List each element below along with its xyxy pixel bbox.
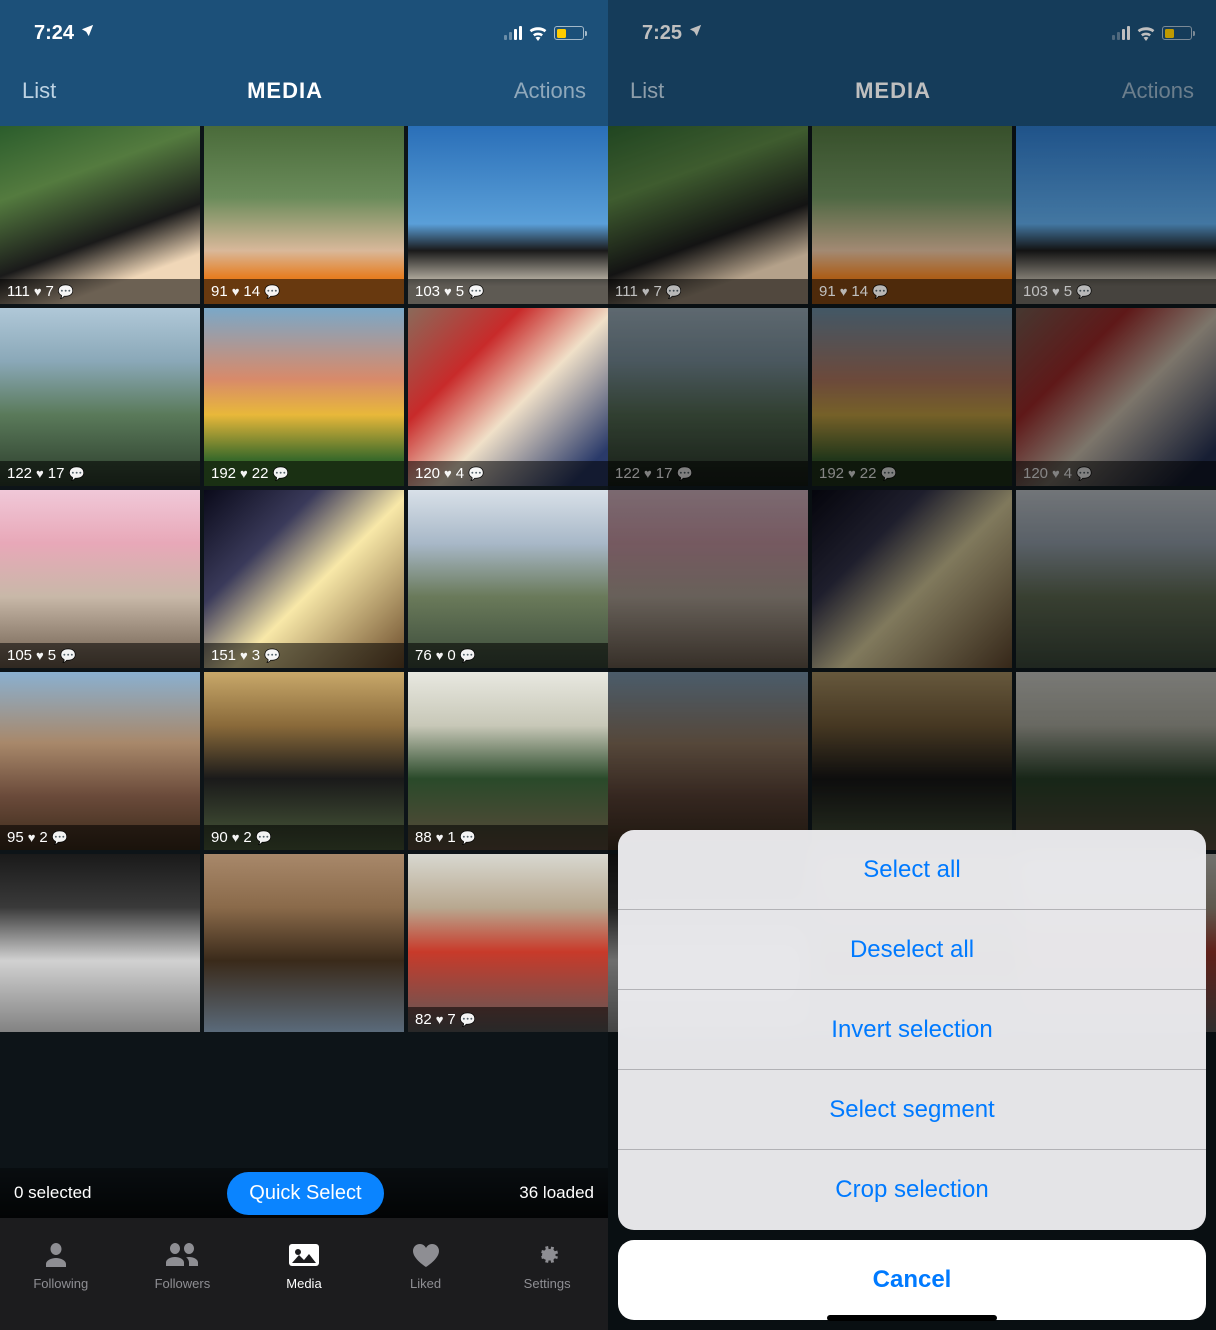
tab-label: Media [286, 1276, 321, 1291]
comment-icon: 💬 [264, 648, 280, 664]
followers-icon [162, 1238, 202, 1272]
tile-stats: 91♥14💬 [204, 279, 404, 304]
media-tile[interactable]: 76♥0💬 [408, 490, 608, 668]
media-tile[interactable]: 120♥4💬 [408, 308, 608, 486]
tile-stats: 90♥2💬 [204, 825, 404, 850]
loaded-count: 36 loaded [519, 1183, 594, 1203]
tab-liked[interactable]: Liked [365, 1228, 487, 1300]
status-bar: 7:24 [0, 0, 608, 56]
home-indicator[interactable] [827, 1315, 997, 1321]
media-tile[interactable]: 105♥5💬 [0, 490, 200, 668]
comment-icon: 💬 [468, 466, 484, 482]
comment-icon: 💬 [460, 1012, 476, 1028]
media-grid[interactable]: 111♥7💬 91♥14💬 103♥5💬 122♥17💬 192♥22💬 120… [0, 126, 608, 1330]
media-tile[interactable]: 111♥7💬 [0, 126, 200, 304]
comment-icon: 💬 [460, 830, 476, 846]
nav-actions-button[interactable]: Actions [514, 78, 586, 104]
media-tile[interactable]: 122♥17💬 [0, 308, 200, 486]
media-tile[interactable]: 82♥7💬 [408, 854, 608, 1032]
heart-icon: ♥ [240, 466, 248, 481]
heart-icon: ♥ [444, 466, 452, 481]
gear-icon [530, 1238, 564, 1272]
heart-icon: ♥ [436, 830, 444, 845]
comment-icon: 💬 [468, 284, 484, 300]
action-sheet: Select all Deselect all Invert selection… [608, 0, 1216, 1330]
tile-stats: 103♥5💬 [408, 279, 608, 304]
comment-icon: 💬 [68, 466, 84, 482]
comment-icon: 💬 [460, 648, 476, 664]
heart-icon: ♥ [436, 1012, 444, 1027]
tab-label: Following [33, 1276, 88, 1291]
media-tile[interactable]: 103♥5💬 [408, 126, 608, 304]
media-tile[interactable]: 91♥14💬 [204, 126, 404, 304]
following-icon [44, 1238, 78, 1272]
heart-icon: ♥ [232, 830, 240, 845]
nav-title: MEDIA [247, 78, 323, 104]
media-tile[interactable] [0, 854, 200, 1032]
nav-bar: List MEDIA Actions [0, 56, 608, 126]
heart-icon: ♥ [232, 284, 240, 299]
heart-icon: ♥ [36, 648, 44, 663]
comment-icon: 💬 [58, 284, 74, 300]
comment-icon: 💬 [52, 830, 68, 846]
tile-stats: 76♥0💬 [408, 643, 608, 668]
tile-stats: 120♥4💬 [408, 461, 608, 486]
heart-icon: ♥ [240, 648, 248, 663]
tile-stats: 192♥22💬 [204, 461, 404, 486]
action-cancel-button[interactable]: Cancel [618, 1240, 1206, 1320]
tile-stats: 111♥7💬 [0, 279, 200, 304]
tile-stats: 82♥7💬 [408, 1007, 608, 1032]
tab-following[interactable]: Following [0, 1228, 122, 1300]
tab-media[interactable]: Media [243, 1228, 365, 1300]
status-time: 7:24 [34, 22, 74, 45]
comment-icon: 💬 [272, 466, 288, 482]
cellular-signal-icon [504, 26, 522, 40]
heart-icon: ♥ [28, 830, 36, 845]
media-tile[interactable]: 90♥2💬 [204, 672, 404, 850]
heart-icon: ♥ [436, 648, 444, 663]
heart-icon: ♥ [36, 466, 44, 481]
tab-label: Settings [524, 1276, 571, 1291]
tab-label: Liked [410, 1276, 441, 1291]
heart-icon: ♥ [444, 284, 452, 299]
comment-icon: 💬 [60, 648, 76, 664]
comment-icon: 💬 [264, 284, 280, 300]
selected-count: 0 selected [14, 1183, 92, 1203]
tab-label: Followers [155, 1276, 211, 1291]
heart-icon [409, 1238, 443, 1272]
action-select-segment[interactable]: Select segment [618, 1070, 1206, 1150]
media-tile[interactable]: 192♥22💬 [204, 308, 404, 486]
screenshot-left: 7:24 List MEDIA Actions 111♥7� [0, 0, 608, 1330]
action-invert-selection[interactable]: Invert selection [618, 990, 1206, 1070]
tile-stats: 105♥5💬 [0, 643, 200, 668]
selection-toolbar: 0 selected Quick Select 36 loaded [0, 1168, 608, 1218]
heart-icon: ♥ [34, 284, 42, 299]
tab-settings[interactable]: Settings [486, 1228, 608, 1300]
tile-stats: 151♥3💬 [204, 643, 404, 668]
action-sheet-group: Select all Deselect all Invert selection… [618, 830, 1206, 1230]
action-crop-selection[interactable]: Crop selection [618, 1150, 1206, 1230]
tile-stats: 122♥17💬 [0, 461, 200, 486]
wifi-icon [528, 26, 548, 41]
tile-stats: 88♥1💬 [408, 825, 608, 850]
tab-bar: Following Followers Media Liked Settings [0, 1218, 608, 1330]
comment-icon: 💬 [256, 830, 272, 846]
action-deselect-all[interactable]: Deselect all [618, 910, 1206, 990]
battery-icon [554, 26, 584, 40]
tile-stats: 95♥2💬 [0, 825, 200, 850]
action-select-all[interactable]: Select all [618, 830, 1206, 910]
screenshot-right: 7:25 List MEDIA Actions 111♥7💬 [608, 0, 1216, 1330]
nav-list-button[interactable]: List [22, 78, 56, 104]
media-tile[interactable]: 95♥2💬 [0, 672, 200, 850]
media-tile[interactable] [204, 854, 404, 1032]
quick-select-button[interactable]: Quick Select [227, 1172, 383, 1215]
location-arrow-icon [80, 23, 95, 43]
tab-followers[interactable]: Followers [122, 1228, 244, 1300]
media-icon [287, 1238, 321, 1272]
media-tile[interactable]: 88♥1💬 [408, 672, 608, 850]
media-tile[interactable]: 151♥3💬 [204, 490, 404, 668]
